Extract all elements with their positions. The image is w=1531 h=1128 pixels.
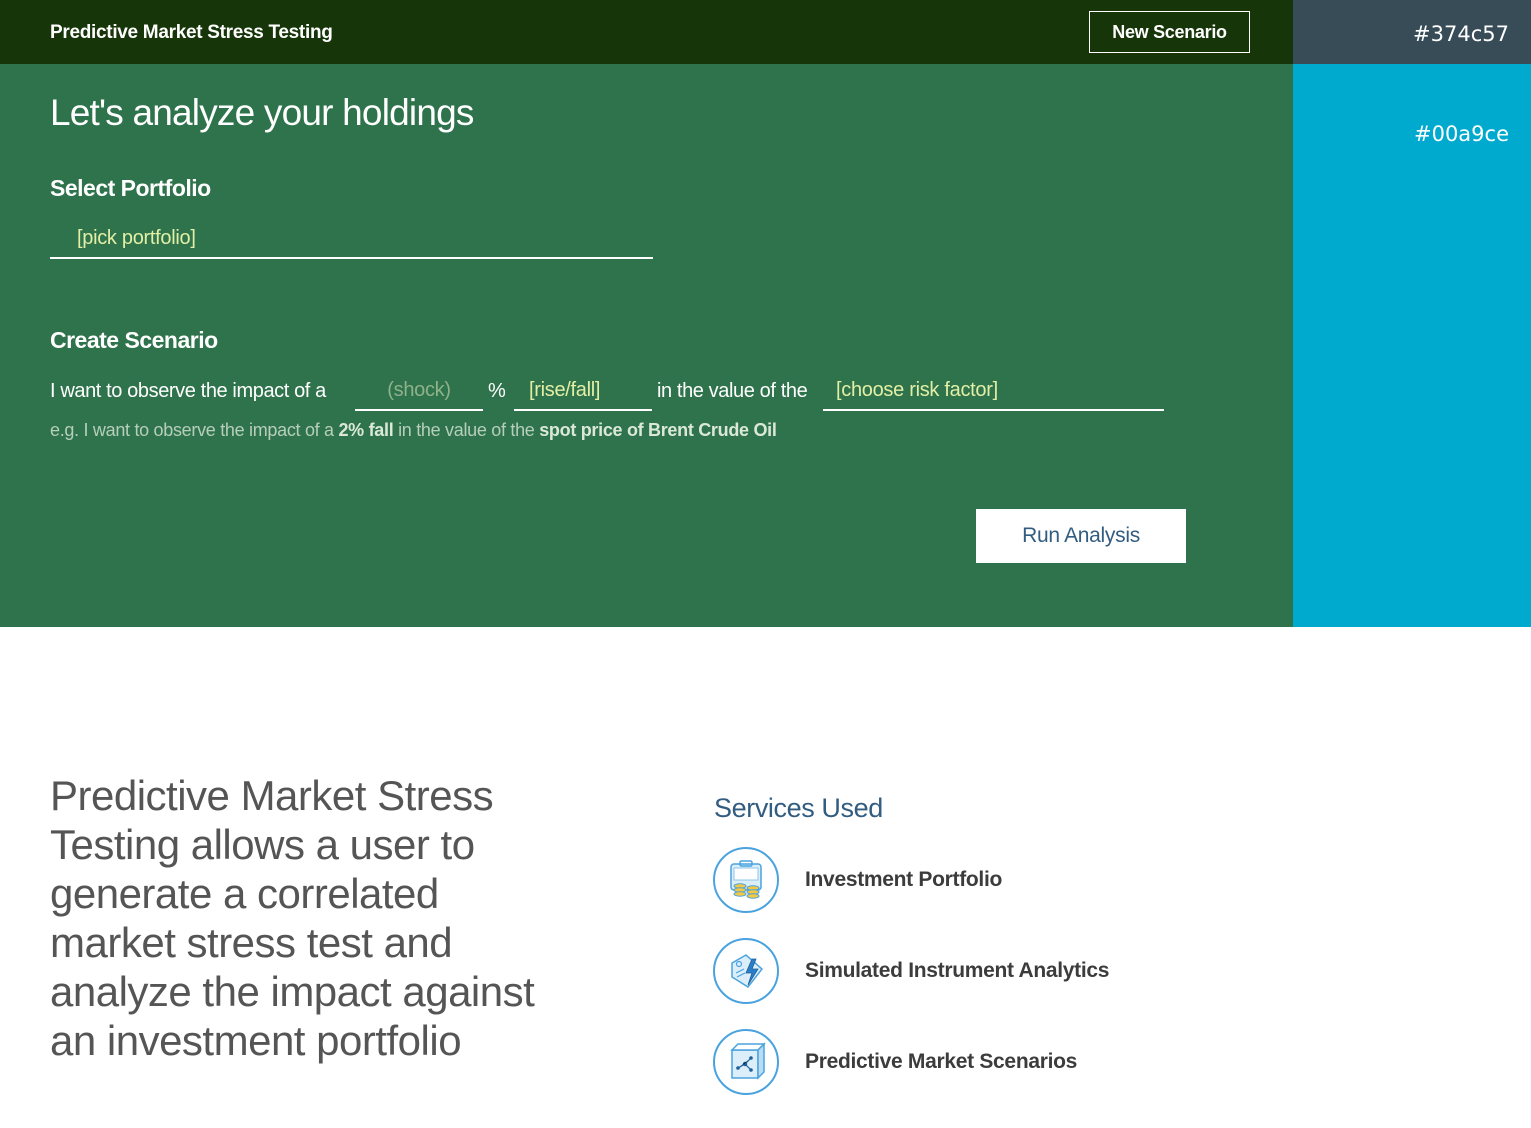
run-analysis-button[interactable]: Run Analysis (976, 509, 1186, 563)
example-shock: 2% fall (338, 420, 394, 440)
app-description: Predictive Market Stress Testing allows … (50, 772, 535, 1064)
service-name: Investment Portfolio (805, 868, 1003, 891)
service-item-investment-portfolio: Investment Portfolio (713, 845, 1002, 915)
service-item-instrument-analytics: Simulated Instrument Analytics (713, 936, 1109, 1006)
market-scenarios-icon (713, 1029, 779, 1095)
investment-portfolio-icon (713, 847, 779, 913)
color-swatch-dark: #374c57 (1293, 0, 1531, 64)
service-item-market-scenarios: Predictive Market Scenarios (713, 1027, 1077, 1097)
select-portfolio-label: Select Portfolio (50, 175, 211, 201)
swatch-label-blue: #00a9ce (1413, 122, 1509, 146)
color-swatch-blue: #00a9ce (1293, 64, 1531, 627)
swatch-label-dark: #374c57 (1413, 22, 1509, 46)
create-scenario-label: Create Scenario (50, 327, 218, 353)
services-heading: Services Used (714, 793, 883, 823)
scenario-sentence-start: I want to observe the impact of a (50, 380, 326, 402)
percent-symbol: % (488, 380, 506, 402)
service-name: Simulated Instrument Analytics (805, 959, 1110, 982)
new-scenario-button[interactable]: New Scenario (1089, 11, 1250, 53)
example-factor: spot price of Brent Crude Oil (539, 420, 777, 440)
app-title: Predictive Market Stress Testing (50, 22, 333, 43)
shock-input[interactable] (355, 371, 483, 411)
scenario-example: e.g. I want to observe the impact of a 2… (50, 420, 777, 441)
service-name: Predictive Market Scenarios (805, 1050, 1078, 1073)
instrument-analytics-icon (713, 938, 779, 1004)
top-bar: Predictive Market Stress Testing New Sce… (0, 0, 1293, 64)
panel-heading: Let's analyze your holdings (50, 92, 474, 133)
risk-factor-select[interactable] (823, 371, 1164, 411)
example-prefix: e.g. I want to observe the impact of a (50, 420, 339, 440)
scenario-sentence-middle: in the value of the (657, 380, 808, 402)
example-middle: in the value of the (393, 420, 540, 440)
portfolio-picker[interactable] (50, 220, 653, 259)
rise-fall-select[interactable] (514, 371, 652, 411)
analysis-panel: Let's analyze your holdings Select Portf… (0, 64, 1293, 627)
